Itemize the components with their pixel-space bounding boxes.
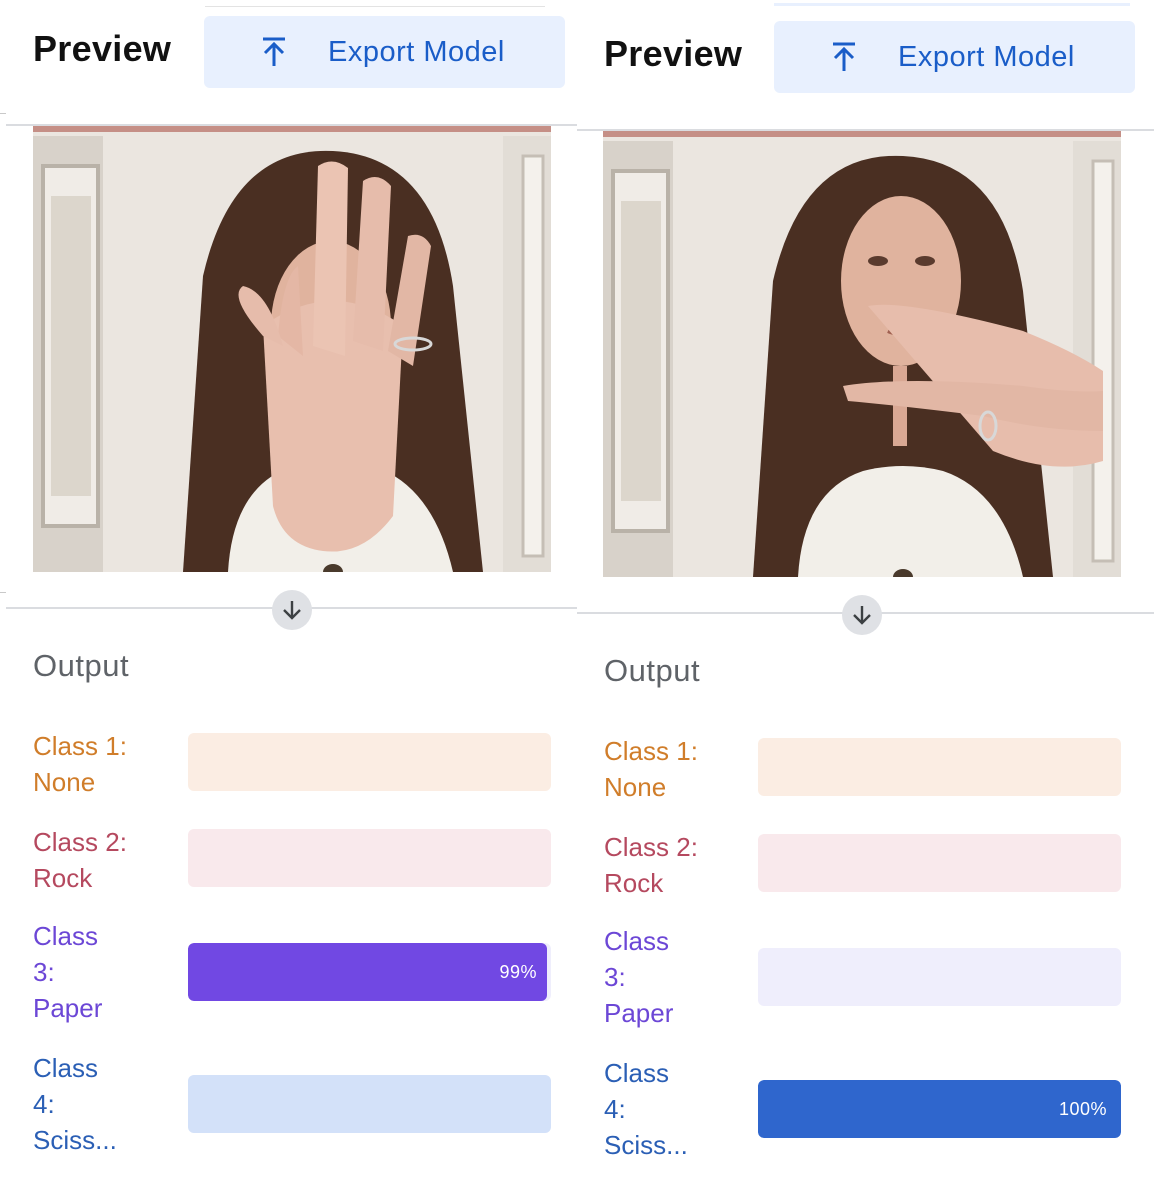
class-label-scissors: Class 4: Sciss... [604, 1058, 688, 1160]
class-bar-percent: 100% [1058, 1099, 1107, 1119]
class-bar-none [188, 733, 551, 791]
class-label-paper: Class 3: Paper [33, 921, 103, 1023]
class-bar-fill [188, 943, 548, 1001]
export-model-button[interactable]: Export Model [204, 16, 565, 88]
class-label-paper: Class 3: Paper [604, 926, 674, 1028]
class-label-scissors: Class 4: Sciss... [33, 1053, 117, 1155]
upload-arrow-icon [263, 37, 285, 66]
preview-panel-left: Preview Export Model Output Class 1: Non… [0, 0, 577, 1181]
preview-panel-right: Preview Export Model Output Class 1: Non… [577, 3, 1154, 1186]
class-bar-scissors [188, 1075, 551, 1133]
divider-tick [0, 113, 6, 114]
top-divider [205, 6, 545, 7]
class-bar-paper: 99% [188, 943, 551, 1001]
class-label-none: Class 1: None [604, 736, 698, 802]
class-bar-none [758, 738, 1121, 796]
arrow-down-icon [842, 595, 882, 635]
top-divider [774, 3, 1130, 6]
preview-title: Preview [604, 33, 743, 74]
class-bar-percent: 99% [499, 962, 537, 982]
class-label-rock: Class 2: Rock [604, 832, 698, 898]
preview-title: Preview [33, 28, 172, 69]
export-model-label: Export Model [898, 40, 1075, 73]
class-label-none: Class 1: None [33, 731, 127, 797]
export-model-label: Export Model [328, 35, 505, 68]
output-title: Output [33, 648, 130, 683]
upload-arrow-icon [833, 42, 855, 71]
class-bar-rock [188, 829, 551, 887]
output-title: Output [604, 653, 701, 688]
class-bar-rock [758, 834, 1121, 892]
divider-tick [0, 592, 6, 593]
class-bar-scissors: 100% [758, 1080, 1121, 1138]
class-label-rock: Class 2: Rock [33, 827, 127, 893]
webcam-preview-image [603, 131, 1121, 577]
export-model-button[interactable]: Export Model [774, 21, 1135, 93]
arrow-down-icon [272, 590, 312, 630]
webcam-preview-image [33, 126, 551, 572]
class-bar-paper [758, 948, 1121, 1006]
